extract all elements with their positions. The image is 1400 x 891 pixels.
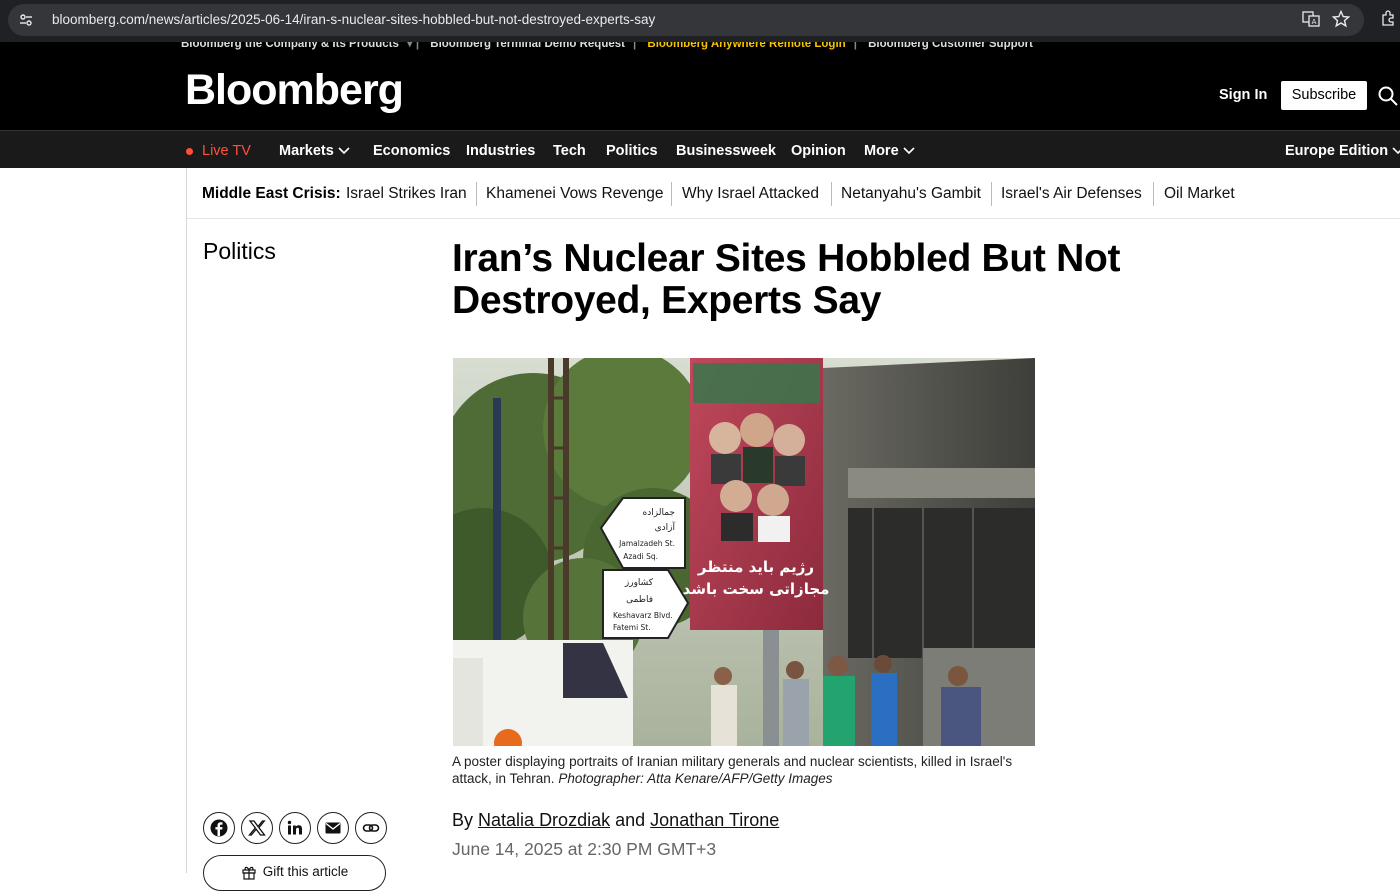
nav-politics[interactable]: Politics <box>606 143 658 159</box>
copy-link-button[interactable] <box>355 812 387 844</box>
facebook-icon <box>210 819 228 837</box>
byline: By Natalia Drozdiak and Jonathan Tirone <box>452 810 779 831</box>
nav-industries[interactable]: Industries <box>466 143 535 159</box>
chevron-down-icon <box>903 147 915 155</box>
sign1-line2: آزادی <box>655 521 676 533</box>
topic-link[interactable]: Oil Market <box>1164 185 1235 203</box>
x-icon <box>248 820 266 836</box>
corporate-links: Bloomberg the Company & Its Products ▾ | … <box>181 42 1039 50</box>
email-icon <box>325 822 341 834</box>
topic-link[interactable]: Israel's Air Defenses <box>1001 185 1142 203</box>
share-facebook-button[interactable] <box>203 812 235 844</box>
topic-link[interactable]: Israel Strikes Iran <box>346 185 467 203</box>
topic-link[interactable]: Khamenei Vows Revenge <box>486 185 664 203</box>
poster-text-line1: رژیم باید منتظر <box>697 558 814 576</box>
extensions-icon[interactable] <box>1380 10 1396 26</box>
section-label[interactable]: Politics <box>203 238 276 265</box>
subscribe-button[interactable]: Subscribe <box>1281 81 1367 110</box>
author-link[interactable]: Jonathan Tirone <box>650 810 779 830</box>
url-text[interactable]: bloomberg.com/news/articles/2025-06-14/i… <box>52 12 655 27</box>
nav-markets[interactable]: Markets <box>279 143 350 159</box>
chevron-down-icon <box>1392 147 1400 155</box>
address-bar[interactable]: bloomberg.com/news/articles/2025-06-14/i… <box>8 4 1364 36</box>
link-icon <box>362 824 380 832</box>
share-buttons <box>203 812 387 844</box>
nav-live-tv-label: Live TV <box>202 143 251 159</box>
topic-divider <box>671 182 672 206</box>
gift-article-button[interactable]: Gift this article <box>203 855 386 891</box>
photo-credit: Photographer: Atta Kenare/AFP/Getty Imag… <box>558 771 833 786</box>
search-icon[interactable] <box>1377 85 1399 107</box>
top-link-company[interactable]: Bloomberg the Company & Its Products <box>181 42 399 50</box>
article-hero-image: رژیم باید منتظر مجازاتی سخت باشد جمالزاد… <box>453 358 1035 746</box>
image-caption: A poster displaying portraits of Iranian… <box>452 753 1042 787</box>
bloomberg-logo[interactable]: Bloomberg <box>185 66 404 115</box>
sign2-line2: فاطمی <box>626 595 653 605</box>
topic-link[interactable]: Why Israel Attacked <box>682 185 819 203</box>
nav-businessweek[interactable]: Businessweek <box>676 143 776 159</box>
sign1-line4: Azadi Sq. <box>623 552 658 561</box>
author-link[interactable]: Natalia Drozdiak <box>478 810 610 830</box>
topic-divider <box>476 182 477 206</box>
chevron-down-icon <box>338 147 350 155</box>
topic-label: Middle East Crisis: <box>202 185 341 202</box>
nav-live-tv[interactable]: Live TV <box>186 143 251 159</box>
sign-in-link[interactable]: Sign In <box>1219 87 1267 103</box>
browser-toolbar: bloomberg.com/news/articles/2025-06-14/i… <box>0 0 1400 42</box>
main-nav: Live TV Markets Economics Industries Tec… <box>0 130 1400 168</box>
sign2-line4: Fatemi St. <box>613 623 651 632</box>
sign2-line3: Keshavarz Blvd. <box>613 611 673 620</box>
site-settings-icon[interactable] <box>18 12 34 28</box>
byline-prefix: By <box>452 810 474 830</box>
share-email-button[interactable] <box>317 812 349 844</box>
nav-economics[interactable]: Economics <box>373 143 450 159</box>
sign1-line1: جمالزاده <box>643 508 675 518</box>
left-divider <box>186 168 187 873</box>
top-link-terminal-demo[interactable]: Bloomberg Terminal Demo Request <box>430 42 625 50</box>
top-link-customer-support[interactable]: Bloomberg Customer Support <box>868 42 1033 50</box>
topic-divider <box>991 182 992 206</box>
nav-opinion[interactable]: Opinion <box>791 143 846 159</box>
translate-icon[interactable]: A <box>1302 10 1320 28</box>
live-dot-icon <box>186 147 193 155</box>
gift-icon <box>242 866 256 880</box>
nav-more[interactable]: More <box>864 143 915 159</box>
sign1-line3: Jamalzadeh St. <box>618 539 675 548</box>
topic-link[interactable]: Netanyahu's Gambit <box>841 185 981 203</box>
publish-date: June 14, 2025 at 2:30 PM GMT+3 <box>452 839 717 859</box>
svg-text:A: A <box>1312 18 1317 26</box>
site-header: Bloomberg the Company & Its Products ▾ | … <box>0 42 1400 130</box>
bookmark-star-icon[interactable] <box>1331 9 1351 28</box>
byline-and: and <box>615 810 646 830</box>
share-linkedin-button[interactable] <box>279 812 311 844</box>
nav-more-label: More <box>864 143 899 159</box>
linkedin-icon <box>287 820 302 835</box>
article-headline: Iran’s Nuclear Sites Hobbled But Not Des… <box>452 237 1121 322</box>
share-x-button[interactable] <box>241 812 273 844</box>
top-link-anywhere-login[interactable]: Bloomberg Anywhere Remote Login <box>647 42 845 50</box>
edition-selector[interactable]: Europe Edition <box>1285 143 1400 159</box>
sign2-line1: کشاورز <box>624 578 654 588</box>
topic-strip: Middle East Crisis: Israel Strikes Iran … <box>187 169 1400 219</box>
topic-divider <box>831 182 832 206</box>
nav-tech[interactable]: Tech <box>553 143 586 159</box>
nav-markets-label: Markets <box>279 143 334 159</box>
poster-text-line2: مجازاتی سخت باشد <box>683 580 830 598</box>
edition-label: Europe Edition <box>1285 143 1389 159</box>
gift-label: Gift this article <box>262 864 349 879</box>
topic-divider <box>1153 182 1154 206</box>
